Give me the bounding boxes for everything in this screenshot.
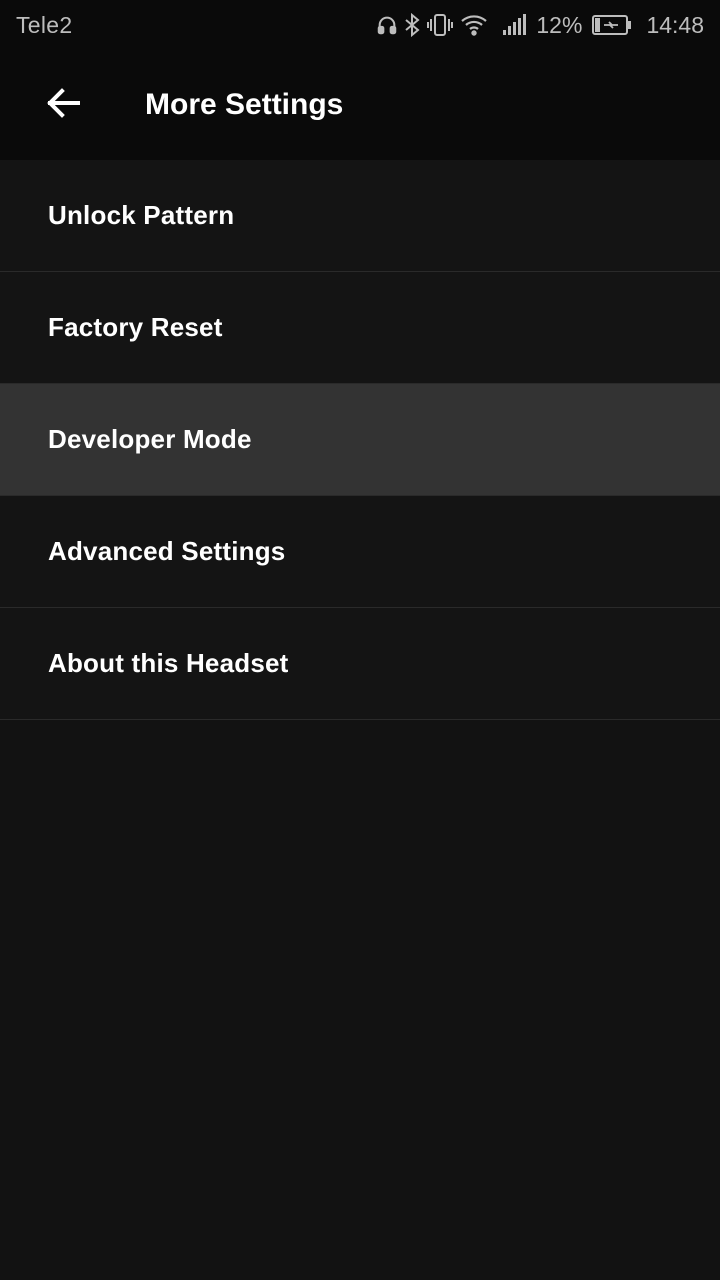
battery-charging-icon [592,14,632,36]
signal-icon [502,14,528,36]
menu-item-label: Developer Mode [48,424,252,454]
status-bar: Tele2 12% 14:48 [0,0,720,50]
menu-item-label: Factory Reset [48,312,223,342]
clock-time: 14:48 [646,11,704,38]
menu-item-advanced-settings[interactable]: Advanced Settings [0,496,720,608]
menu-item-factory-reset[interactable]: Factory Reset [0,272,720,384]
carrier-name: Tele2 [16,11,73,38]
bluetooth-icon [404,13,420,37]
menu-item-label: Unlock Pattern [48,200,235,230]
screen: Tele2 12% 14:48 More Settings Unlock Pat… [0,0,720,1280]
menu-item-unlock-pattern[interactable]: Unlock Pattern [0,160,720,272]
app-toolbar: More Settings [0,50,720,160]
page-title: More Settings [145,88,344,121]
wifi-icon [460,13,488,37]
headset-icon [376,14,398,36]
back-button[interactable] [30,75,96,135]
settings-menu-list: Unlock Pattern Factory Reset Developer M… [0,160,720,720]
menu-item-label: Advanced Settings [48,536,286,566]
arrow-left-icon [45,87,81,124]
battery-percent: 12% [536,11,583,38]
menu-item-developer-mode[interactable]: Developer Mode [0,384,720,496]
menu-item-label: About this Headset [48,648,289,678]
status-icons: 12% 14:48 [376,12,704,39]
vibrate-icon [426,13,454,37]
menu-item-about-headset[interactable]: About this Headset [0,608,720,720]
